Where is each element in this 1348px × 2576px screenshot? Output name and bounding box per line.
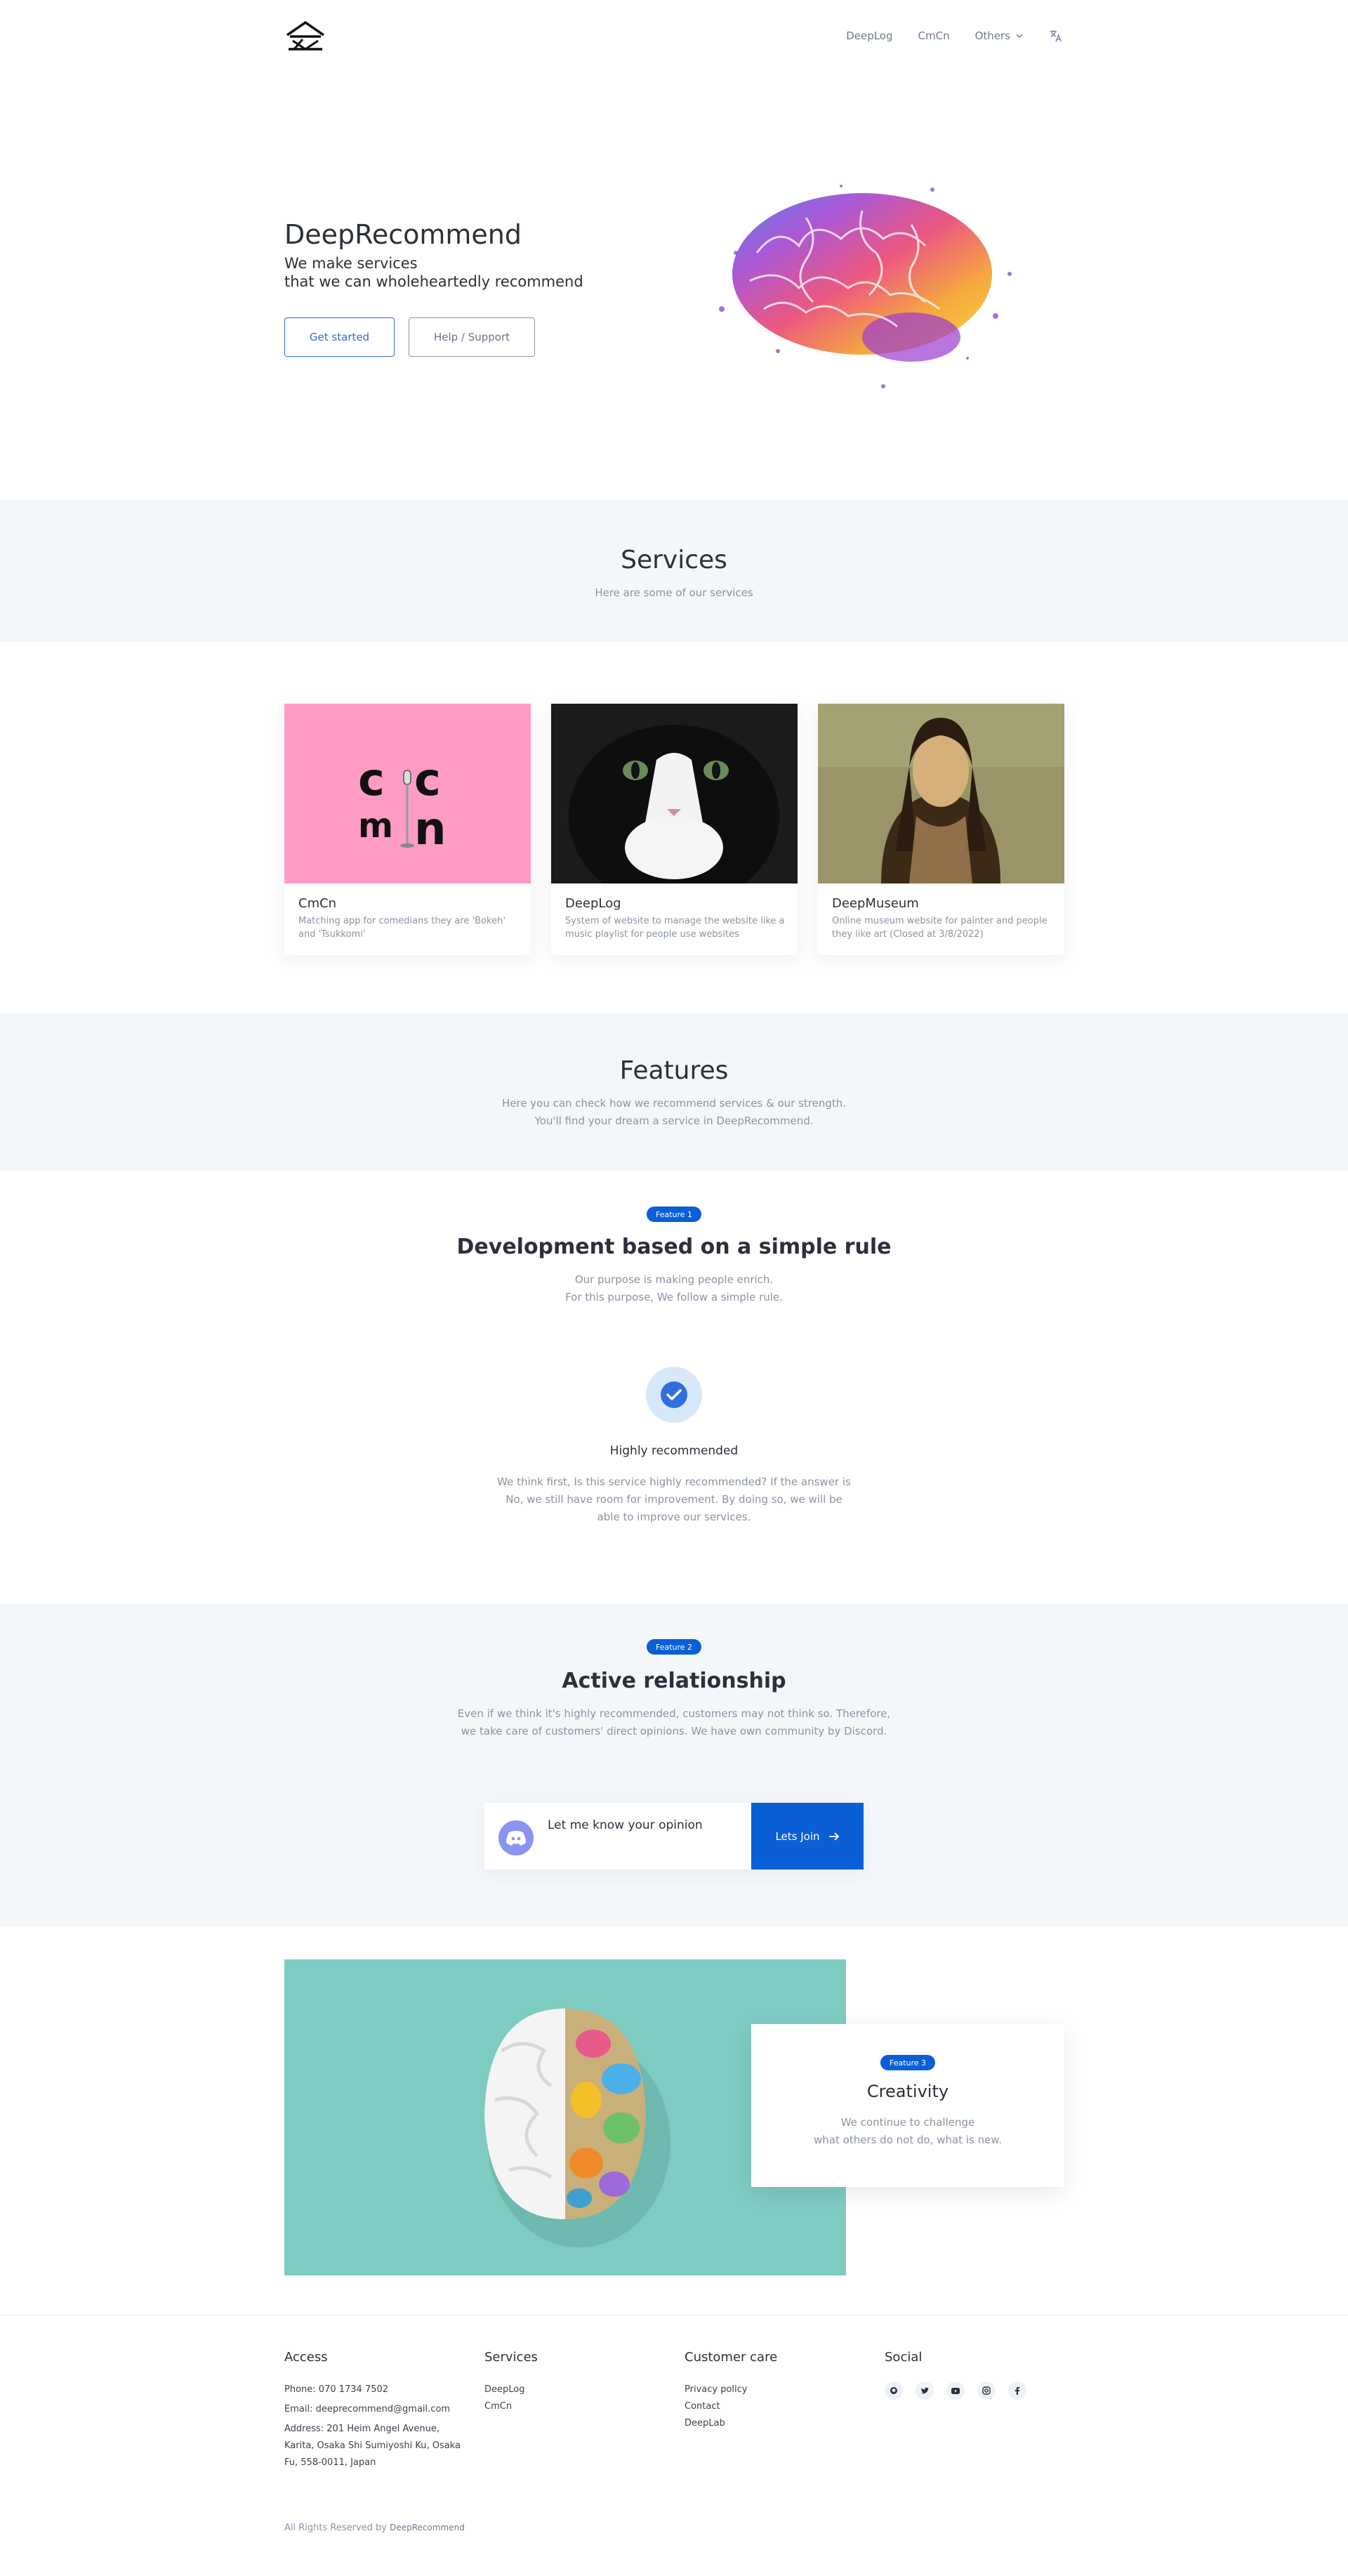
footer-link-cmcn[interactable]: CmCn bbox=[484, 2398, 538, 2415]
footer-phone: Phone: 070 1734 7502 bbox=[284, 2384, 389, 2395]
service-card-description: Online museum website for painter and pe… bbox=[832, 916, 1048, 940]
svg-text:n: n bbox=[414, 803, 447, 855]
footer-social-title: Social bbox=[885, 2350, 923, 2365]
service-card-description: Matching app for comedians they are 'Bok… bbox=[298, 916, 505, 940]
help-support-button[interactable]: Help / Support bbox=[409, 317, 535, 357]
hero-subtitle-line1: We make services bbox=[284, 255, 418, 272]
service-card-deeplog[interactable]: DeepLog System of website to manage the … bbox=[551, 704, 798, 955]
service-card-description: System of website to manage the website … bbox=[565, 916, 785, 940]
colorful-brain-illustration bbox=[719, 185, 1012, 388]
service-card-deepmuseum[interactable]: DeepMuseum Online museum website for pai… bbox=[818, 704, 1064, 955]
creativity-card: Feature 3 Creativity We continue to chal… bbox=[751, 2024, 1064, 2187]
feature-3-text: We continue to challenge what others do … bbox=[767, 2114, 1048, 2149]
highly-recommended-text: We think first, Is this service highly r… bbox=[497, 1476, 851, 1523]
lets-join-button[interactable]: Lets Join bbox=[751, 1803, 864, 1869]
cat-photo bbox=[551, 704, 798, 883]
discord-icon bbox=[498, 1820, 534, 1855]
features-header-band: Features Here you can check how we recom… bbox=[0, 1013, 1348, 1171]
services-title: Services bbox=[621, 546, 727, 574]
facebook-icon[interactable] bbox=[1008, 2381, 1026, 2400]
footer-services: Services DeepLog CmCn bbox=[484, 2350, 538, 2415]
footer-link-deeplog[interactable]: DeepLog bbox=[484, 2381, 538, 2398]
footer-social: Social bbox=[885, 2350, 1026, 2400]
page: DeepLog CmCn Others DeepRecommend We mak… bbox=[0, 0, 1348, 2576]
footer-access: Access Phone: 070 1734 7502 Email: deepr… bbox=[284, 2350, 467, 2471]
feature-1-text: Our purpose is making people enrich. For… bbox=[463, 1271, 885, 1306]
discord-logo-icon bbox=[506, 1831, 526, 1846]
logo-icon[interactable] bbox=[284, 20, 326, 52]
service-card-cmcn[interactable]: c c m n CmCn Matching app for comedians … bbox=[284, 704, 531, 955]
feature-1-title: Development based on a simple rule bbox=[456, 1235, 892, 1259]
svg-text:m: m bbox=[358, 806, 393, 846]
copyright-brand-link[interactable]: DeepRecommend bbox=[390, 2523, 465, 2532]
mona-lisa-painting bbox=[818, 704, 1064, 883]
get-started-button[interactable]: Get started bbox=[284, 317, 395, 357]
svg-text:c: c bbox=[358, 754, 385, 806]
check-circle-icon bbox=[646, 1367, 702, 1423]
arrow-right-icon bbox=[828, 1832, 839, 1841]
footer-link-contact[interactable]: Contact bbox=[685, 2398, 777, 2415]
cmcn-logo-image: c c m n bbox=[284, 704, 531, 883]
footer-access-title: Access bbox=[284, 2350, 328, 2365]
footer-link-privacy-policy[interactable]: Privacy policy bbox=[685, 2381, 777, 2398]
chevron-down-icon bbox=[1016, 33, 1023, 38]
twitter-icon[interactable] bbox=[916, 2381, 934, 2400]
translate-icon[interactable] bbox=[1048, 28, 1064, 44]
hero-title: DeepRecommend bbox=[284, 219, 522, 250]
services-subtitle: Here are some of our services bbox=[595, 586, 753, 599]
nav-item-others-label: Others bbox=[974, 29, 1010, 42]
discord-prompt-text: Let me know your opinion bbox=[548, 1818, 703, 1832]
features-subtitle-line1: Here you can check how we recommend serv… bbox=[501, 1097, 847, 1110]
youtube-icon[interactable] bbox=[946, 2381, 965, 2400]
painting-image-icon bbox=[818, 704, 1064, 883]
highly-recommended-title: Highly recommended bbox=[609, 1444, 739, 1458]
nav-item-others[interactable]: Others bbox=[975, 29, 1023, 42]
copyright: All Rights Reserved by DeepRecommend bbox=[284, 2523, 465, 2533]
feature-1-text-line1: Our purpose is making people enrich. bbox=[574, 1273, 774, 1286]
header: DeepLog CmCn Others bbox=[0, 0, 1348, 77]
feature-1-badge: Feature 1 bbox=[646, 1207, 702, 1222]
nav-item-cmcn[interactable]: CmCn bbox=[918, 29, 950, 42]
footer-customer-care-title: Customer care bbox=[685, 2350, 778, 2365]
instagram-icon[interactable] bbox=[977, 2381, 996, 2400]
service-card-title: CmCn bbox=[298, 896, 337, 911]
features-title: Features bbox=[619, 1056, 729, 1085]
services-header-band: Services Here are some of our services bbox=[0, 500, 1348, 642]
footer-services-title: Services bbox=[484, 2350, 538, 2365]
svg-text:c: c bbox=[414, 754, 441, 806]
main-nav: DeepLog CmCn Others bbox=[846, 28, 1064, 44]
hero-subtitle-line2: that we can wholeheartedly recommend bbox=[284, 273, 583, 290]
social-icons bbox=[885, 2381, 1026, 2400]
features-subtitle-line2: You'll find your dream a service in Deep… bbox=[534, 1115, 814, 1127]
cmcn-logo-icon: c c m n bbox=[358, 754, 447, 855]
footer-customer-care: Customer care Privacy policy Contact Dee… bbox=[685, 2350, 777, 2432]
feature-2-title: Active relationship bbox=[562, 1669, 786, 1693]
feature-2-badge: Feature 2 bbox=[646, 1639, 702, 1655]
footer-link-deeplab[interactable]: DeepLab bbox=[685, 2415, 777, 2432]
footer-address: Address: 201 Heim Angel Avenue, Karita, … bbox=[284, 2424, 461, 2468]
service-card-title: DeepLog bbox=[565, 896, 621, 911]
github-icon[interactable] bbox=[885, 2381, 903, 2400]
hero-subtitle: We make services that we can wholehearte… bbox=[284, 254, 649, 291]
copyright-text: All Rights Reserved by bbox=[284, 2523, 387, 2533]
nav-item-deeplog[interactable]: DeepLog bbox=[846, 29, 892, 42]
feature-1-text-line2: For this purpose, We follow a simple rul… bbox=[565, 1291, 783, 1303]
feature-3-text-line2: what others do not do, what is new. bbox=[814, 2134, 1002, 2146]
footer-email: Email: deeprecommend@gmail.com bbox=[284, 2404, 451, 2414]
feature-3-text-line1: We continue to challenge bbox=[840, 2116, 975, 2129]
service-card-title: DeepMuseum bbox=[832, 896, 919, 911]
feature-3-badge: Feature 3 bbox=[880, 2055, 936, 2070]
feature-2-text: Even if we think it's highly recommended… bbox=[457, 1707, 891, 1737]
feature-3-title: Creativity bbox=[866, 2082, 949, 2101]
cat-image-icon bbox=[551, 704, 798, 883]
lets-join-label: Lets Join bbox=[775, 1829, 820, 1843]
